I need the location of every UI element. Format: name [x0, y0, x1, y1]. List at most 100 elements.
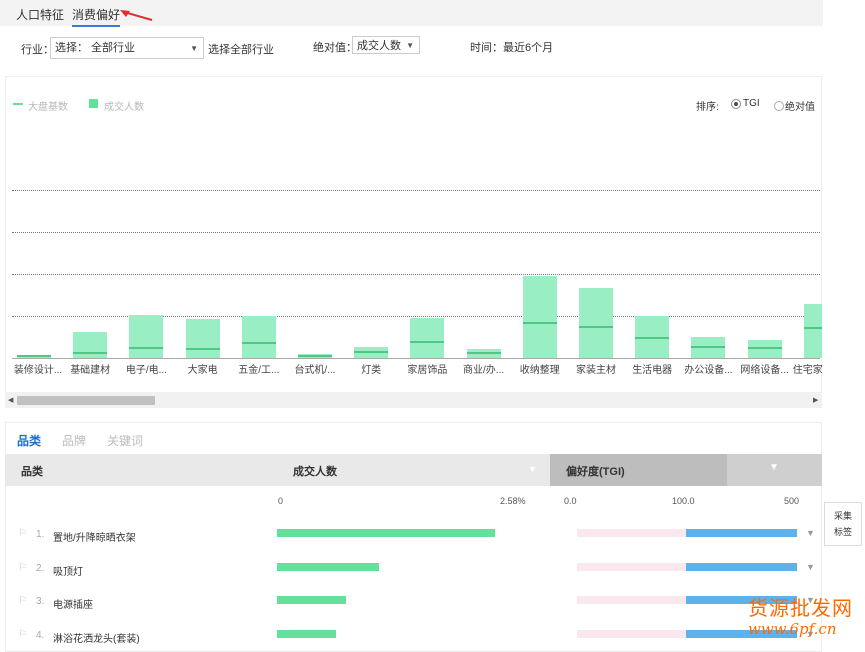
chart-base-marker [410, 341, 445, 343]
chart-baseline [12, 358, 820, 359]
scroll-left-arrow-icon[interactable]: ◀ [8, 396, 13, 404]
chart-gridline [12, 190, 820, 191]
absolute-value-select-value: 成交人数 [357, 40, 401, 52]
row-category-name[interactable]: 吸顶灯 [53, 563, 83, 578]
chart-scrollbar-thumb[interactable] [17, 396, 155, 405]
chart-category-label: 家装主材 [576, 365, 616, 376]
chart-category-label: 家居饰品 [407, 365, 448, 376]
chart-base-marker [241, 342, 276, 344]
chart-bar[interactable] [298, 354, 332, 358]
chart-bar[interactable] [129, 315, 164, 358]
chart-category-label: 办公设备... [684, 365, 733, 376]
chart-category-label: 收纳整理 [519, 365, 560, 376]
deals-axis-min: 0 [278, 496, 284, 506]
chart-category-label: 装修设计... [13, 365, 63, 376]
industry-select[interactable]: 选择： 全部行业 ▼ [50, 37, 204, 59]
chevron-down-icon: ▼ [406, 41, 414, 50]
subtab-keyword[interactable]: 关键词 [107, 432, 143, 449]
chart-bar[interactable] [579, 288, 613, 358]
collect-tag-line1: 采集 [833, 511, 852, 521]
row-category-name[interactable]: 电源插座 [53, 596, 93, 611]
chart-base-marker [129, 347, 164, 349]
chart-base-marker [466, 352, 501, 354]
collect-tag-button[interactable]: 采集 标签 [824, 502, 862, 546]
chart-base-marker [691, 346, 726, 348]
tgi-base-bar [577, 562, 686, 571]
chart-bar[interactable] [466, 349, 501, 358]
sort-option-tgi-label: TGI [743, 98, 760, 109]
tgi-value-bar [685, 529, 797, 537]
chart-category-label: 商业/办... [463, 365, 505, 376]
flag-icon[interactable]: ⚐ [18, 528, 27, 539]
row-category-name[interactable]: 置地/升降晾晒衣架 [53, 529, 136, 544]
chart-category-label: 基础建材 [70, 365, 111, 376]
deals-share-bar [277, 562, 380, 571]
tgi-axis-max: 500 [784, 496, 800, 506]
tgi-axis-mid: 100.0 [672, 496, 695, 506]
tab-consumption-preference[interactable]: 消费偏好 [72, 6, 121, 27]
industry-hint: 选择全部行业 [208, 44, 274, 56]
header-deals[interactable]: 成交人数 [293, 463, 337, 479]
chart-gridline [12, 232, 820, 233]
tgi-value-bar [685, 562, 797, 571]
header-tgi[interactable]: 偏好度(TGI) [566, 463, 625, 479]
deals-share-bar [277, 596, 347, 604]
row-expand-icon[interactable]: ▼ [806, 528, 815, 538]
row-category-name[interactable]: 淋浴花洒龙头(套装) [53, 630, 140, 645]
sort-option-absolute[interactable]: 绝对值 [774, 98, 815, 113]
chart-category-label: 住宅家... [792, 365, 822, 376]
flag-icon[interactable]: ⚐ [18, 595, 27, 606]
sort-label: 排序: [696, 102, 719, 113]
chart-base-marker [635, 337, 670, 339]
header-category: 品类 [21, 466, 43, 478]
chart-base-marker [579, 326, 613, 328]
deals-share-bar [277, 629, 336, 638]
chart-bar[interactable] [185, 319, 220, 358]
legend-box-marker [89, 99, 98, 108]
red-arrow-annotation [120, 10, 153, 21]
subtab-category[interactable]: 品类 [17, 432, 41, 449]
sort-option-tgi[interactable]: TGI [731, 98, 760, 109]
chart-base-marker [73, 352, 108, 354]
table-header [5, 454, 550, 486]
chart-bar[interactable] [73, 332, 108, 358]
chart-bar[interactable] [241, 316, 276, 358]
row-rank: 4. [36, 629, 45, 641]
watermark-title: 货源批发网 [748, 596, 853, 620]
chart-bar[interactable] [691, 337, 726, 358]
absolute-value-select[interactable]: 成交人数 ▼ [352, 36, 420, 54]
chart-base-marker [298, 355, 332, 357]
radio-unselected-icon [774, 100, 784, 111]
chart-bar[interactable] [635, 316, 670, 358]
legend-deals-label[interactable]: 成交人数 [104, 98, 144, 113]
flag-icon[interactable]: ⚐ [18, 629, 27, 640]
row-expand-icon[interactable]: ▼ [806, 562, 815, 572]
flag-icon[interactable]: ⚐ [18, 562, 27, 573]
scroll-right-arrow-icon[interactable]: ▶ [813, 396, 818, 404]
chart-base-marker [803, 327, 822, 329]
chart-category-label: 灯类 [361, 365, 382, 376]
chart-bar[interactable] [522, 276, 557, 358]
tgi-base-bar [577, 629, 686, 638]
tgi-axis-min: 0.0 [564, 496, 577, 506]
tgi-sort-icon[interactable]: ▼ [769, 462, 779, 473]
subtab-brand[interactable]: 品牌 [62, 432, 86, 449]
chart-bar[interactable] [354, 347, 389, 358]
chart-category-label: 台式机/... [294, 365, 336, 376]
chart-base-marker [522, 322, 557, 324]
tgi-base-bar [577, 529, 686, 537]
row-rank: 2. [36, 562, 45, 574]
tab-demographics[interactable]: 人口特征 [16, 6, 64, 23]
chart-base-marker [185, 348, 220, 350]
time-range-text: 时间：最近6个月 [470, 42, 554, 54]
tgi-base-bar [577, 596, 686, 604]
chart-bar[interactable] [410, 318, 445, 358]
chart-bar[interactable] [803, 304, 822, 358]
chart-bar[interactable] [747, 340, 782, 358]
chart-bar[interactable] [17, 355, 51, 358]
chart-gridline [12, 274, 820, 275]
deals-sort-icon[interactable]: ▼ [528, 464, 537, 474]
collect-tag-line2: 标签 [833, 527, 852, 537]
absolute-value-label: 绝对值： [313, 42, 357, 54]
legend-base-label[interactable]: 大盘基数 [28, 98, 68, 113]
